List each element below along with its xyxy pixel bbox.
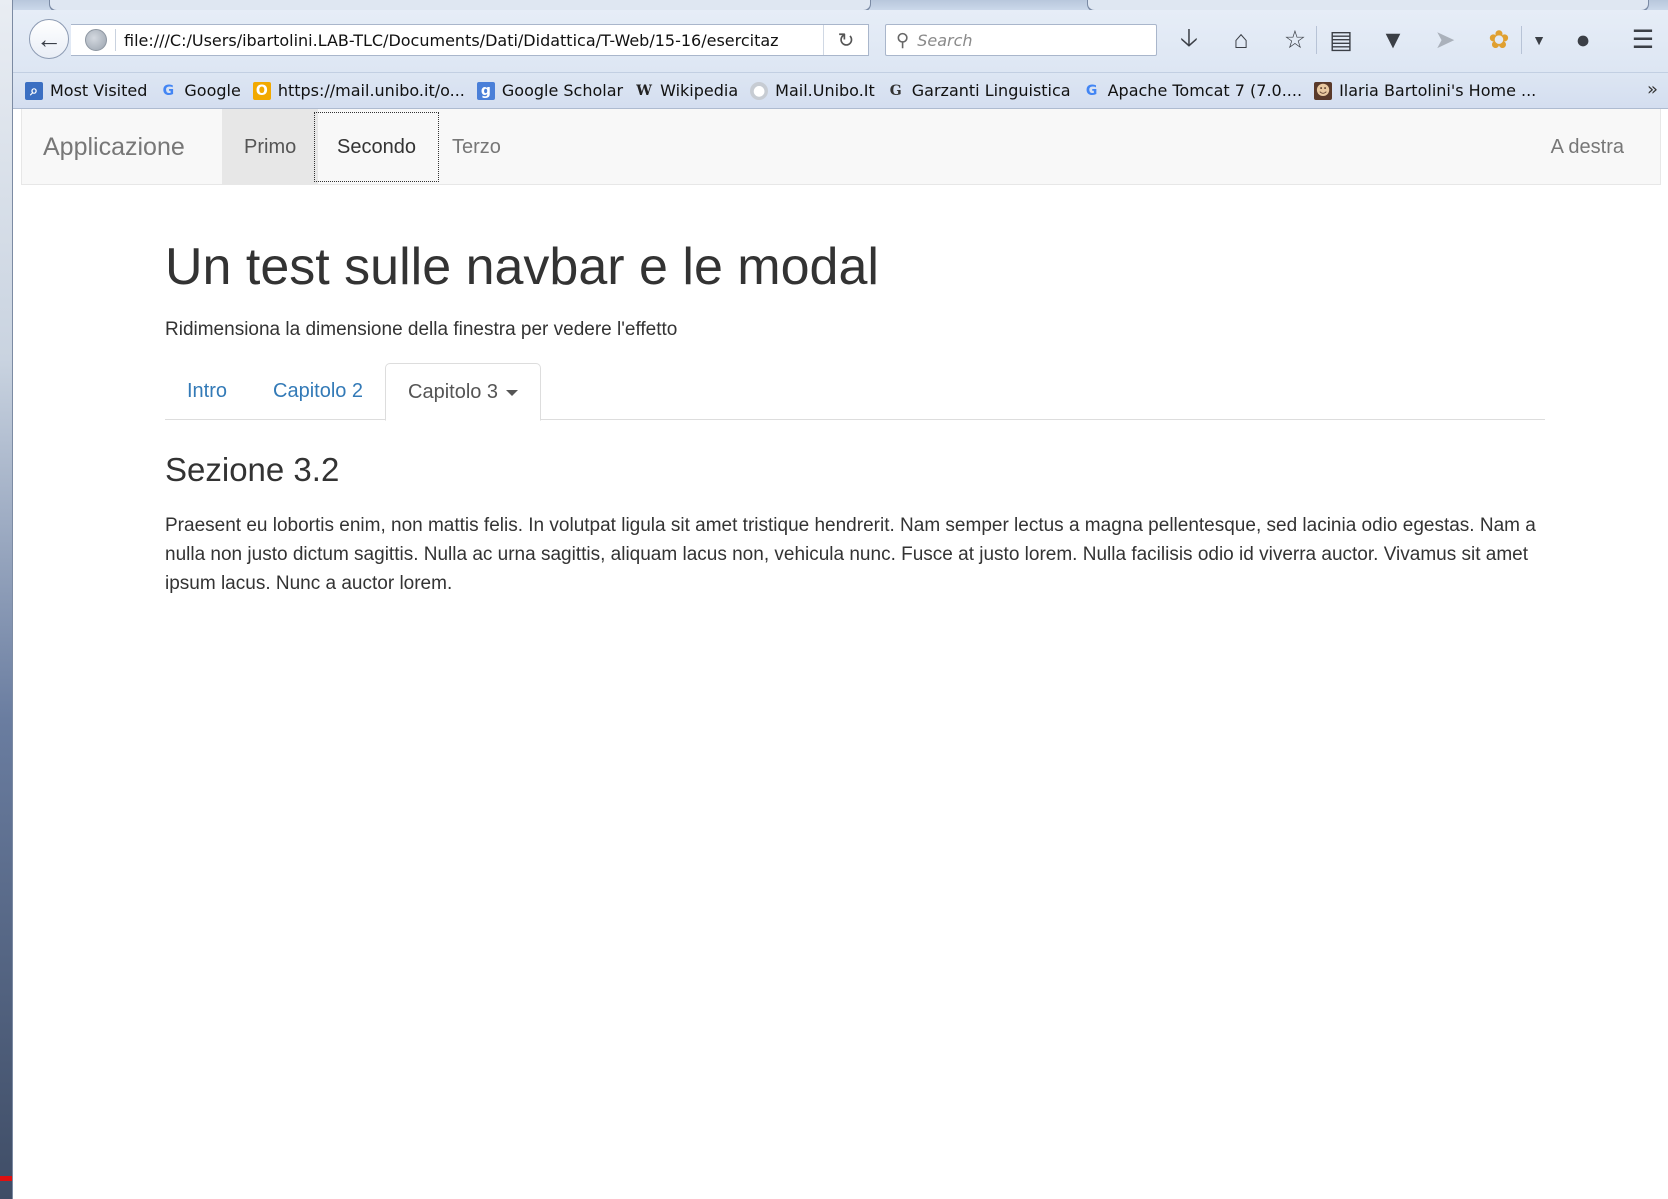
home-icon: ⌂ xyxy=(1233,25,1249,54)
bookmarks-menu-button[interactable]: ▤ xyxy=(1323,22,1359,58)
download-icon: 🡣 xyxy=(1180,23,1198,52)
url-text[interactable]: file:///C:/Users/ibartolini.LAB-TLC/Docu… xyxy=(124,31,814,50)
tab-capitolo-3[interactable]: Capitolo 3 xyxy=(385,363,542,421)
most-visited-icon: ⌕ xyxy=(25,81,43,100)
bookmark-label: https://mail.unibo.it/o... xyxy=(277,81,465,100)
hamburger-menu-icon: ☰ xyxy=(1631,26,1655,54)
menu-button[interactable]: ☰ xyxy=(1625,22,1661,58)
bookmark-item[interactable]: G Google xyxy=(159,81,241,100)
globe-icon: ● xyxy=(750,81,769,100)
page-lead: Ridimensiona la dimensione della finestr… xyxy=(165,319,678,340)
download-button[interactable]: 🡣 xyxy=(1171,22,1207,58)
bookmark-label: Google Scholar xyxy=(501,81,624,100)
bookmark-label: Google xyxy=(184,81,241,100)
bookmark-label: Wikipedia xyxy=(660,81,739,100)
section-paragraph: Praesent eu lobortis enim, non mattis fe… xyxy=(165,515,1536,594)
back-button[interactable]: ← xyxy=(29,19,69,59)
portrait-icon: ☻ xyxy=(1314,81,1333,100)
bookmark-label: Garzanti Linguistica xyxy=(911,81,1071,100)
paper-plane-icon: ➤ xyxy=(1434,26,1456,54)
tab-strip xyxy=(13,0,1668,12)
bookmark-label: Apache Tomcat 7 (7.0.... xyxy=(1107,81,1303,100)
page-title: Un test sulle navbar e le modal xyxy=(165,238,879,296)
dropdown-arrow-icon: ▼ xyxy=(1532,32,1546,48)
bookmark-item[interactable]: ⌕ Most Visited xyxy=(25,81,147,100)
nav-link-a-destra[interactable]: A destra xyxy=(1551,109,1624,185)
back-arrow-icon: ← xyxy=(36,23,62,54)
wikipedia-icon: W xyxy=(636,82,652,99)
site-identity-icon[interactable] xyxy=(85,29,107,51)
bookmark-item[interactable]: G Apache Tomcat 7 (7.0.... xyxy=(1083,81,1302,100)
google-icon: G xyxy=(1085,82,1098,99)
bookmark-item[interactable]: ● Mail.Unibo.It xyxy=(750,81,875,100)
bookmark-star-button[interactable]: ☆ xyxy=(1277,22,1313,58)
tab-capitolo-2[interactable]: Capitolo 2 xyxy=(251,363,385,420)
google-icon: G xyxy=(162,82,175,99)
nav-link-primo[interactable]: Primo xyxy=(222,109,319,185)
outlook-icon: O xyxy=(252,81,271,100)
section-title: Sezione 3.2 xyxy=(165,451,340,488)
search-placeholder: Search xyxy=(917,30,973,50)
url-bar[interactable]: file:///C:/Users/ibartolini.LAB-TLC/Docu… xyxy=(71,24,869,56)
content-tabs: Intro Capitolo 2 Capitolo 3 xyxy=(165,363,1545,421)
reload-icon: ↻ xyxy=(837,29,855,52)
tab-intro[interactable]: Intro xyxy=(165,363,249,420)
caret-down-icon xyxy=(506,389,519,396)
bookmark-item[interactable]: O https://mail.unibo.it/o... xyxy=(252,81,465,100)
browser-toolbar: ← file:///C:/Users/ibartolini.LAB-TLC/Do… xyxy=(13,10,1668,73)
nav-link-secondo[interactable]: Secondo xyxy=(314,112,439,182)
bookmark-label: Ilaria Bartolini's Home ... xyxy=(1339,81,1537,100)
home-button[interactable]: ⌂ xyxy=(1223,22,1259,58)
tab-capitolo-3-label: Capitolo 3 xyxy=(408,381,499,403)
bookmark-item[interactable]: ☻ Ilaria Bartolini's Home ... xyxy=(1314,81,1536,100)
app-navbar: Applicazione Primo Secondo Terzo A destr… xyxy=(21,109,1661,185)
bookmarks-overflow-button[interactable]: » xyxy=(1647,79,1658,100)
chat-button[interactable]: ● xyxy=(1565,22,1601,58)
send-button[interactable]: ➤ xyxy=(1427,22,1463,58)
bookmark-item[interactable]: G Garzanti Linguistica xyxy=(887,81,1071,100)
reload-button[interactable]: ↻ xyxy=(823,25,868,55)
bookmark-item[interactable]: g Google Scholar xyxy=(476,81,624,100)
url-separator xyxy=(115,29,116,51)
toolbar-divider xyxy=(1316,26,1317,54)
chat-bubble-icon: ● xyxy=(1575,25,1591,54)
star-icon: ☆ xyxy=(1283,26,1307,54)
pocket-button[interactable]: ▼ xyxy=(1375,22,1411,58)
bookmark-item[interactable]: W Wikipedia xyxy=(635,81,738,100)
nav-link-terzo[interactable]: Terzo xyxy=(430,109,523,185)
navbar-brand[interactable]: Applicazione xyxy=(43,109,185,185)
firebug-button[interactable]: ✿ xyxy=(1481,22,1517,58)
pocket-icon: ▼ xyxy=(1380,25,1406,54)
search-icon: ⚲ xyxy=(896,29,910,50)
page-content: Applicazione Primo Secondo Terzo A destr… xyxy=(21,109,1668,1199)
search-input[interactable]: ⚲ Search xyxy=(885,24,1157,56)
bookmarks-toolbar: ⌕ Most Visited G Google O https://mail.u… xyxy=(13,73,1668,109)
bug-icon: ✿ xyxy=(1488,26,1510,54)
bookmarks-list-icon: ▤ xyxy=(1329,26,1353,54)
garzanti-icon: G xyxy=(889,82,902,99)
bookmark-label: Mail.Unibo.It xyxy=(775,81,875,100)
desktop-background xyxy=(0,0,12,1199)
bookmark-label: Most Visited xyxy=(50,81,148,100)
browser-window: ← file:///C:/Users/ibartolini.LAB-TLC/Do… xyxy=(12,0,1668,1199)
scholar-icon: g xyxy=(476,81,495,100)
firebug-dropdown[interactable]: ▼ xyxy=(1521,22,1557,58)
